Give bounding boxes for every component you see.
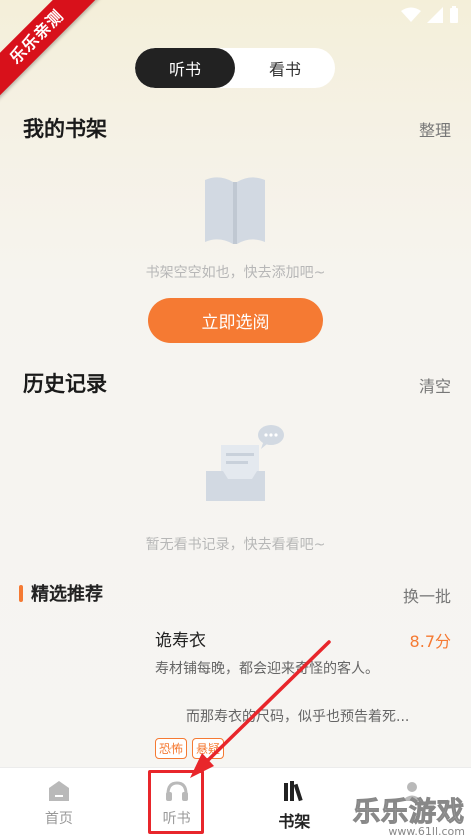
book-tags: 恐怖 悬疑 (155, 738, 225, 759)
home-icon (48, 781, 69, 801)
nav-home[interactable]: 首页 (0, 768, 118, 837)
signal-icon (427, 7, 443, 23)
refresh-recommend-button[interactable]: 换一批 (403, 583, 451, 607)
tab-read[interactable]: 看书 (235, 48, 335, 88)
watermark: 乐乐游戏 www.61ll.com (353, 790, 466, 837)
history-empty-text: 暂无看书记录，快去看看吧~ (145, 537, 326, 553)
watermark-logo: 乐乐游戏 (353, 797, 465, 829)
book-description-line2: 而那寿衣的尺码，似乎也预告着死... (186, 709, 410, 725)
listen-read-toggle: 听书 看书 (135, 48, 335, 88)
highlight-box (148, 770, 204, 834)
book-title: 诡寿衣 (155, 631, 206, 651)
recommend-header: 精选推荐 (19, 580, 103, 606)
bookshelf-title: 我的书架 (23, 116, 107, 141)
wifi-icon (401, 7, 421, 22)
clear-history-button[interactable]: 清空 (419, 373, 451, 397)
nav-home-label: 首页 (44, 811, 73, 827)
bookshelf-empty-text: 书架空空如也，快去添加吧~ (145, 265, 326, 281)
history-title: 历史记录 (23, 371, 107, 396)
book-tag: 恐怖 (155, 738, 188, 759)
nav-bookshelf-label: 书架 (278, 812, 311, 831)
bookshelf-icon (284, 781, 304, 802)
book-tag: 悬疑 (192, 738, 225, 759)
tab-listen[interactable]: 听书 (135, 48, 235, 88)
battery-icon (450, 6, 458, 23)
browse-now-button[interactable]: 立即选阅 (148, 298, 323, 343)
empty-history-icon (206, 425, 284, 501)
book-card[interactable]: 诡寿衣 8.7分 寿材铺每晚，都会迎来奇怪的客人。 而那寿衣的尺码，似乎也预告着… (0, 620, 471, 765)
nav-bookshelf[interactable]: 书架 (236, 768, 354, 837)
status-icons (401, 6, 459, 24)
recommend-title: 精选推荐 (31, 584, 103, 605)
organize-button[interactable]: 整理 (419, 117, 451, 141)
book-description-line1: 寿材铺每晚，都会迎来奇怪的客人。 (155, 661, 379, 677)
empty-bookshelf-icon (205, 177, 265, 244)
book-score: 8.7分 (409, 632, 451, 651)
accent-bar (19, 584, 23, 602)
